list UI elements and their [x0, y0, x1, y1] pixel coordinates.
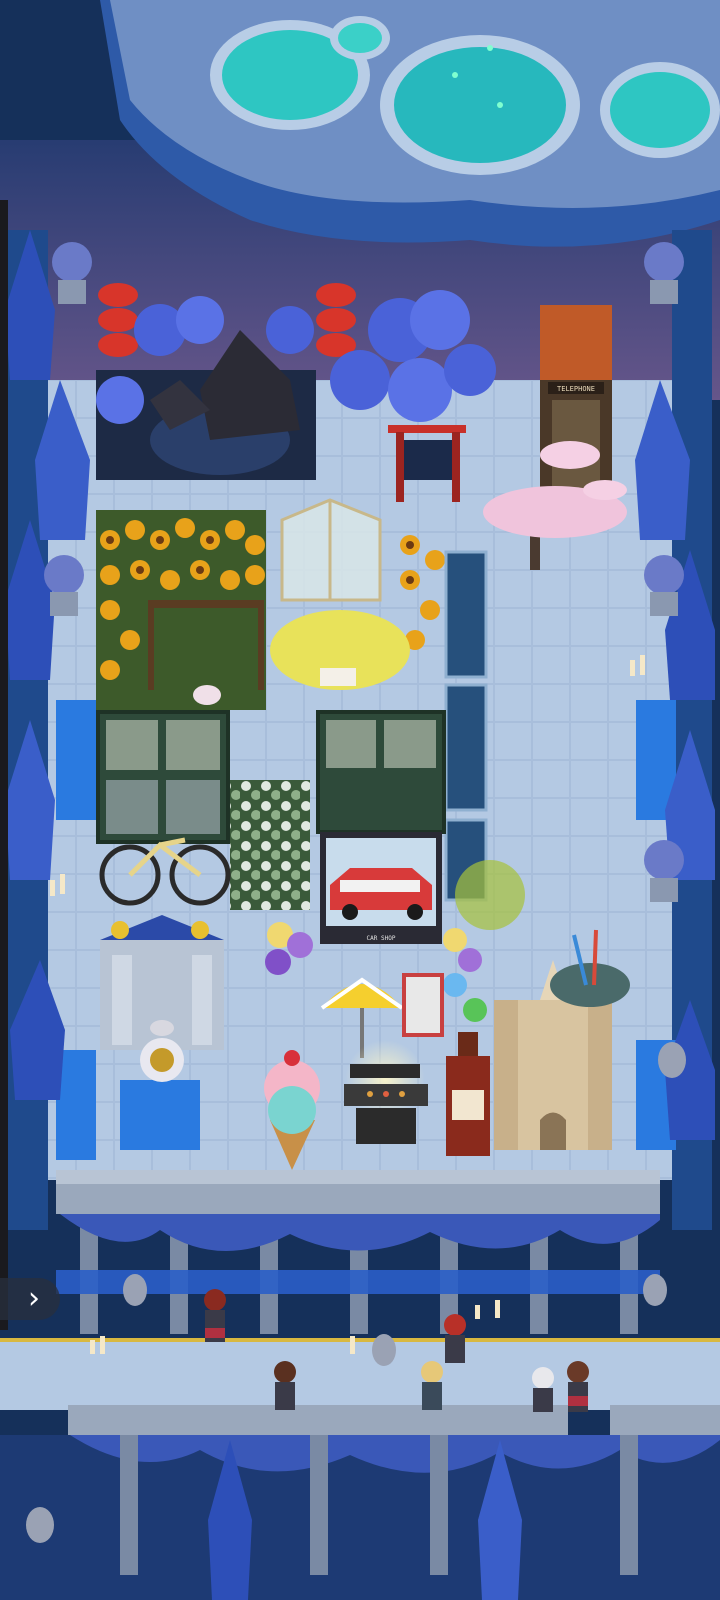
car-display-case[interactable]: CAR SHOP — [320, 832, 442, 944]
chevron-right-icon: › — [28, 1281, 40, 1316]
window-cabinet-left — [96, 710, 230, 844]
villager-5[interactable] — [532, 1367, 554, 1412]
bbq-grill[interactable] — [344, 1064, 428, 1144]
phone-booth-sign: TELEPHONE — [557, 385, 595, 393]
villager-2[interactable] — [274, 1361, 296, 1410]
stone-path — [230, 780, 310, 910]
left-border — [0, 200, 8, 1330]
villager-1[interactable] — [204, 1289, 226, 1342]
lower-colonnade — [0, 1405, 720, 1600]
window-cabinet-right — [316, 710, 446, 834]
walkway — [0, 1340, 720, 1410]
villager-4[interactable] — [421, 1361, 443, 1410]
villager-6[interactable] — [567, 1361, 589, 1412]
side-panel-toggle-button[interactable]: › — [0, 1278, 60, 1320]
game-scene[interactable]: TELEPHONE CAR SHOP › — [0, 0, 720, 1600]
yellow-bush — [455, 860, 525, 930]
striped-chair — [402, 973, 444, 1037]
glass-panels — [444, 550, 488, 902]
gold-orb — [111, 921, 129, 939]
walkway-edge — [0, 1338, 720, 1342]
hedge-left-1 — [56, 700, 96, 820]
gold-orb — [191, 921, 209, 939]
hedge-center-left — [120, 1080, 200, 1150]
pool-right — [610, 72, 710, 148]
pool-center — [394, 47, 566, 163]
game-world[interactable]: TELEPHONE CAR SHOP — [0, 0, 720, 1600]
phone-booth[interactable]: TELEPHONE — [540, 305, 612, 500]
display-case-sign: CAR SHOP — [367, 935, 396, 942]
villager-3[interactable] — [444, 1314, 466, 1363]
